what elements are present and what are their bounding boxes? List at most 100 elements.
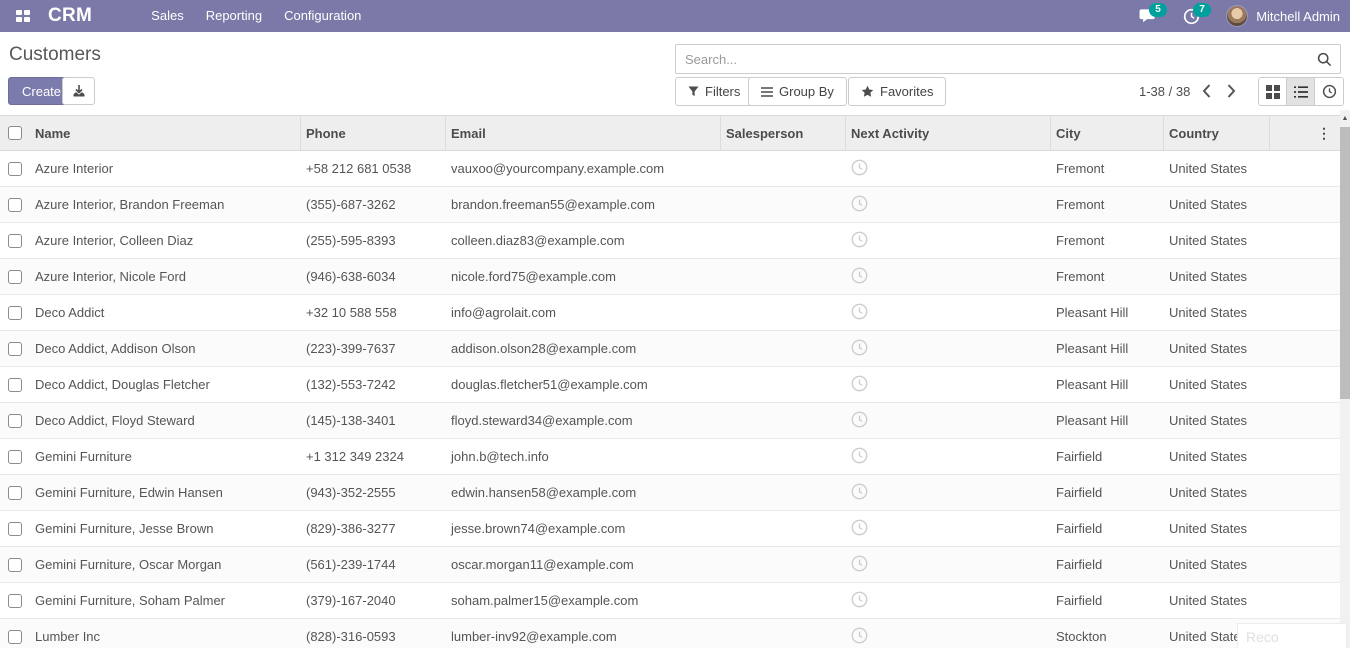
select-all-checkbox[interactable] [8,126,22,140]
search-icon [1317,52,1332,67]
favorites-button[interactable]: Favorites [848,77,946,106]
search-input[interactable] [676,52,1308,67]
app-brand[interactable]: CRM [48,5,92,27]
activity-clock-icon[interactable] [851,375,868,392]
activity-view-button[interactable] [1315,78,1343,105]
cell-city: Pleasant Hill [1051,305,1164,320]
table-row[interactable]: Azure Interior, Brandon Freeman (355)-68… [0,187,1340,223]
column-header-email[interactable]: Email [446,116,721,150]
table-row[interactable]: Deco Addict, Floyd Steward (145)-138-340… [0,403,1340,439]
pager-previous-button[interactable] [1195,80,1217,102]
table-row[interactable]: Gemini Furniture, Jesse Brown (829)-386-… [0,511,1340,547]
activity-clock-icon[interactable] [851,519,868,536]
cell-phone: +32 10 588 558 [301,305,446,320]
cell-name: Gemini Furniture, Oscar Morgan [30,557,301,572]
page-title: Customers [9,44,101,66]
cell-email: nicole.ford75@example.com [446,269,721,284]
row-checkbox[interactable] [8,450,22,464]
activity-clock-icon[interactable] [851,339,868,356]
cell-city: Stockton [1051,629,1164,644]
activity-clock-icon[interactable] [851,195,868,212]
table-row[interactable]: Gemini Furniture, Edwin Hansen (943)-352… [0,475,1340,511]
activity-clock-icon[interactable] [851,447,868,464]
apps-menu-button[interactable] [10,0,36,32]
row-checkbox[interactable] [8,594,22,608]
column-header-next-activity[interactable]: Next Activity [846,116,1051,150]
activity-clock-icon[interactable] [851,411,868,428]
scroll-up-button[interactable]: ▲ [1340,111,1350,125]
activity-clock-icon[interactable] [851,267,868,284]
pager-next-button[interactable] [1220,80,1242,102]
row-checkbox[interactable] [8,198,22,212]
row-checkbox[interactable] [8,234,22,248]
kanban-view-button[interactable] [1259,78,1287,105]
cell-email: brandon.freeman55@example.com [446,197,721,212]
activity-clock-icon[interactable] [851,303,868,320]
table-row[interactable]: Azure Interior +58 212 681 0538 vauxoo@y… [0,151,1340,187]
cell-country: United States [1164,161,1270,176]
messages-button[interactable]: 5 [1139,8,1157,24]
menu-sales[interactable]: Sales [142,0,193,32]
table-row[interactable]: Deco Addict, Douglas Fletcher (132)-553-… [0,367,1340,403]
table-row[interactable]: Gemini Furniture, Oscar Morgan (561)-239… [0,547,1340,583]
table-row[interactable]: Azure Interior, Colleen Diaz (255)-595-8… [0,223,1340,259]
row-checkbox[interactable] [8,486,22,500]
row-checkbox[interactable] [8,270,22,284]
row-checkbox[interactable] [8,378,22,392]
cell-city: Fremont [1051,269,1164,284]
cell-next-activity [846,159,1051,179]
column-header-phone[interactable]: Phone [301,116,446,150]
cell-next-activity [846,447,1051,467]
activity-clock-icon[interactable] [851,591,868,608]
filters-button[interactable]: Filters [675,77,753,106]
activity-clock-icon[interactable] [851,483,868,500]
table-row[interactable]: Gemini Furniture, Soham Palmer (379)-167… [0,583,1340,619]
menu-configuration[interactable]: Configuration [275,0,370,32]
cell-country: United States [1164,557,1270,572]
optional-columns-icon[interactable]: ⋮ [1317,126,1331,140]
row-checkbox[interactable] [8,306,22,320]
apps-grid-icon [16,10,30,22]
cell-email: addison.olson28@example.com [446,341,721,356]
scrollbar-thumb[interactable] [1340,127,1350,399]
activity-clock-icon[interactable] [851,159,868,176]
table-row[interactable]: Deco Addict +32 10 588 558 info@agrolait… [0,295,1340,331]
column-header-salesperson[interactable]: Salesperson [721,116,846,150]
cell-city: Fairfield [1051,485,1164,500]
cell-city: Fairfield [1051,521,1164,536]
activities-badge: 7 [1193,3,1211,17]
export-button[interactable] [62,77,95,105]
row-checkbox[interactable] [8,162,22,176]
cell-name: Gemini Furniture, Jesse Brown [30,521,301,536]
activities-button[interactable]: 7 [1183,8,1200,25]
group-by-button[interactable]: Group By [748,77,847,106]
row-checkbox[interactable] [8,558,22,572]
search-submit-button[interactable] [1308,45,1340,73]
table-row[interactable]: Gemini Furniture +1 312 349 2324 john.b@… [0,439,1340,475]
user-menu[interactable]: Mitchell Admin [1226,5,1340,27]
menu-reporting[interactable]: Reporting [197,0,271,32]
cell-email: vauxoo@yourcompany.example.com [446,161,721,176]
cell-email: john.b@tech.info [446,449,721,464]
chevron-left-icon [1202,84,1211,98]
table-row[interactable]: Lumber Inc (828)-316-0593 lumber-inv92@e… [0,619,1340,648]
activity-clock-icon[interactable] [851,555,868,572]
vertical-scrollbar[interactable]: ▲ ▼ [1340,110,1350,648]
row-checkbox[interactable] [8,630,22,644]
row-checkbox[interactable] [8,342,22,356]
activity-clock-icon[interactable] [851,231,868,248]
row-checkbox[interactable] [8,522,22,536]
column-header-city[interactable]: City [1051,116,1164,150]
activity-clock-icon[interactable] [851,627,868,644]
column-header-name[interactable]: Name [30,116,301,150]
cell-phone: (132)-553-7242 [301,377,446,392]
table-row[interactable]: Deco Addict, Addison Olson (223)-399-763… [0,331,1340,367]
activity-view-icon [1322,84,1337,99]
cell-phone: (943)-352-2555 [301,485,446,500]
row-checkbox[interactable] [8,414,22,428]
list-view-button[interactable] [1287,78,1315,105]
table-row[interactable]: Azure Interior, Nicole Ford (946)-638-60… [0,259,1340,295]
cell-country: United States [1164,485,1270,500]
column-header-country[interactable]: Country [1164,116,1270,150]
pager-range: 1-38 / 38 [1139,84,1190,99]
